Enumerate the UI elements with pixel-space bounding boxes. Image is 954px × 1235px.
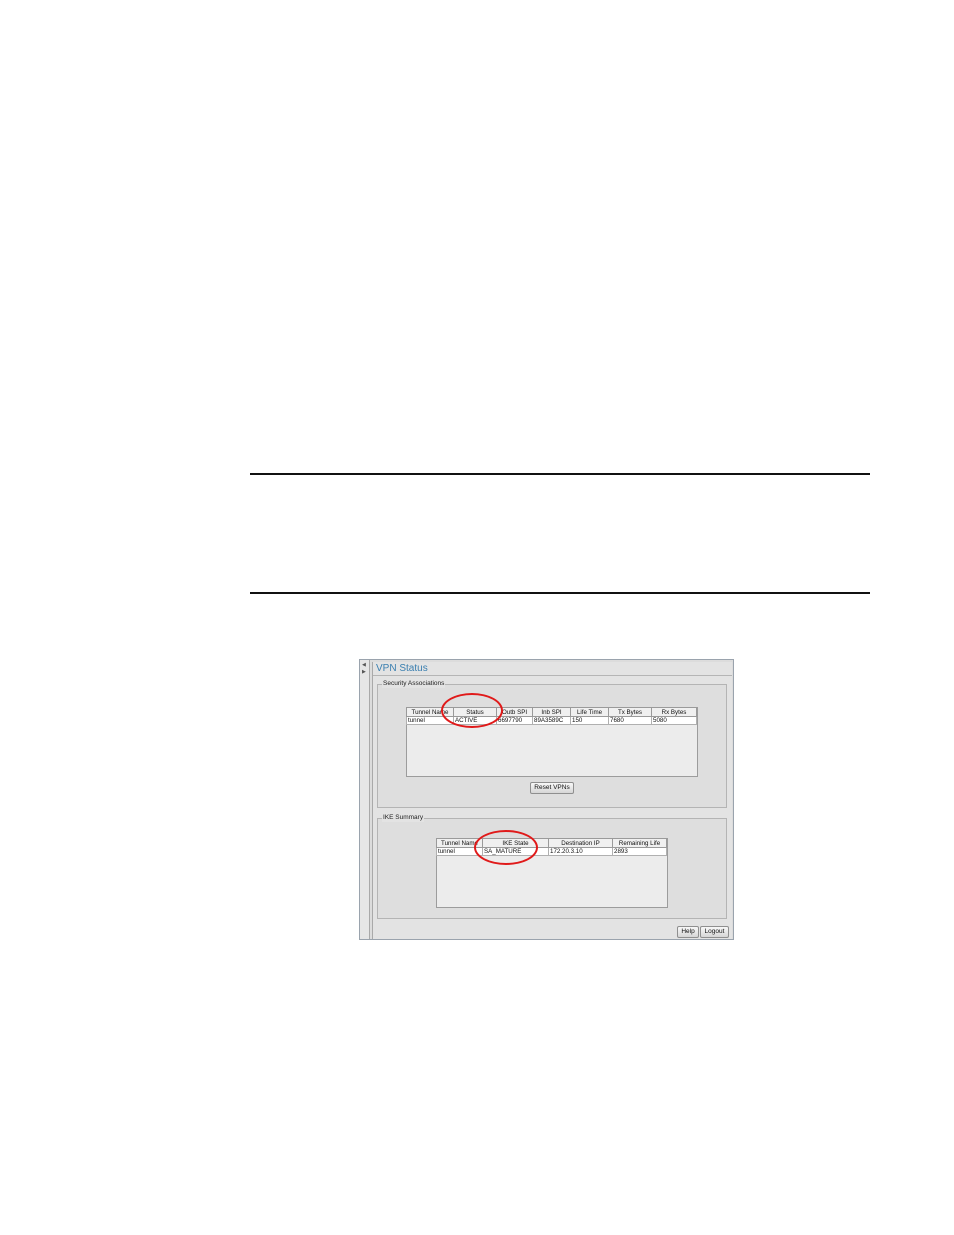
- arrow-left-icon: ◀: [362, 662, 366, 668]
- column-header-tunnel-name[interactable]: Tunnel Name: [436, 838, 483, 848]
- cell-outb-spi: 6697790: [496, 716, 533, 725]
- collapse-strip[interactable]: ◀ ▶: [360, 660, 370, 939]
- column-header-rx-bytes[interactable]: Rx Bytes: [651, 707, 697, 717]
- column-header-destination-ip[interactable]: Destination IP: [548, 838, 613, 848]
- vpn-status-panel: VPN Status Security Associations Tunnel …: [372, 662, 732, 939]
- ike-summary-table-container: Tunnel Name IKE State Destination IP Rem…: [436, 838, 668, 908]
- ike-summary-table: Tunnel Name IKE State Destination IP Rem…: [436, 838, 667, 856]
- column-header-status[interactable]: Status: [453, 707, 497, 717]
- table-row[interactable]: tunnel SA_MATURE 172.20.3.10 2893: [436, 847, 667, 856]
- security-associations-table-container: Tunnel Name Status Outb SPI Inb SPI Life…: [406, 707, 698, 777]
- arrow-right-icon: ▶: [362, 669, 366, 675]
- help-button[interactable]: Help: [677, 926, 699, 938]
- cell-ike-state: SA_MATURE: [482, 847, 549, 856]
- ike-summary-legend: IKE Summary: [382, 814, 425, 822]
- table-row[interactable]: tunnel ACTIVE 6697790 89A3589C 150 7680 …: [406, 716, 697, 725]
- cell-destination-ip: 172.20.3.10: [548, 847, 613, 856]
- cell-status: ACTIVE: [453, 716, 497, 725]
- logout-button[interactable]: Logout: [700, 926, 729, 938]
- cell-tunnel-name: tunnel: [436, 847, 483, 856]
- horizontal-rule-bottom: [250, 592, 870, 594]
- cell-remaining-life: 2893: [612, 847, 667, 856]
- column-header-tx-bytes[interactable]: Tx Bytes: [608, 707, 652, 717]
- cell-tunnel-name: tunnel: [406, 716, 454, 725]
- page-title: VPN Status: [376, 663, 428, 674]
- cell-rx-bytes: 5080: [651, 716, 697, 725]
- column-header-inb-spi[interactable]: Inb SPI: [532, 707, 571, 717]
- cell-tx-bytes: 7680: [608, 716, 652, 725]
- column-header-outb-spi[interactable]: Outb SPI: [496, 707, 533, 717]
- reset-vpns-button[interactable]: Reset VPNs: [530, 782, 574, 794]
- cell-inb-spi: 89A3589C: [532, 716, 571, 725]
- ike-summary-group: IKE Summary Tunnel Name IKE State Destin…: [377, 814, 727, 919]
- column-header-ike-state[interactable]: IKE State: [482, 838, 549, 848]
- table-header-row: Tunnel Name IKE State Destination IP Rem…: [436, 838, 667, 848]
- security-associations-table: Tunnel Name Status Outb SPI Inb SPI Life…: [406, 707, 697, 725]
- column-header-tunnel-name[interactable]: Tunnel Name: [406, 707, 454, 717]
- column-header-life-time[interactable]: Life Time: [570, 707, 609, 717]
- table-header-row: Tunnel Name Status Outb SPI Inb SPI Life…: [406, 707, 697, 717]
- cell-life-time: 150: [570, 716, 609, 725]
- horizontal-rule-top: [250, 473, 870, 475]
- title-bar: VPN Status: [373, 662, 732, 676]
- security-associations-legend: Security Associations: [382, 680, 446, 688]
- security-associations-group: Security Associations Tunnel Name Status…: [377, 680, 727, 808]
- column-header-remaining-life[interactable]: Remaining Life: [612, 838, 667, 848]
- vpn-status-screenshot: ◀ ▶ VPN Status Security Associations Tun…: [359, 659, 734, 940]
